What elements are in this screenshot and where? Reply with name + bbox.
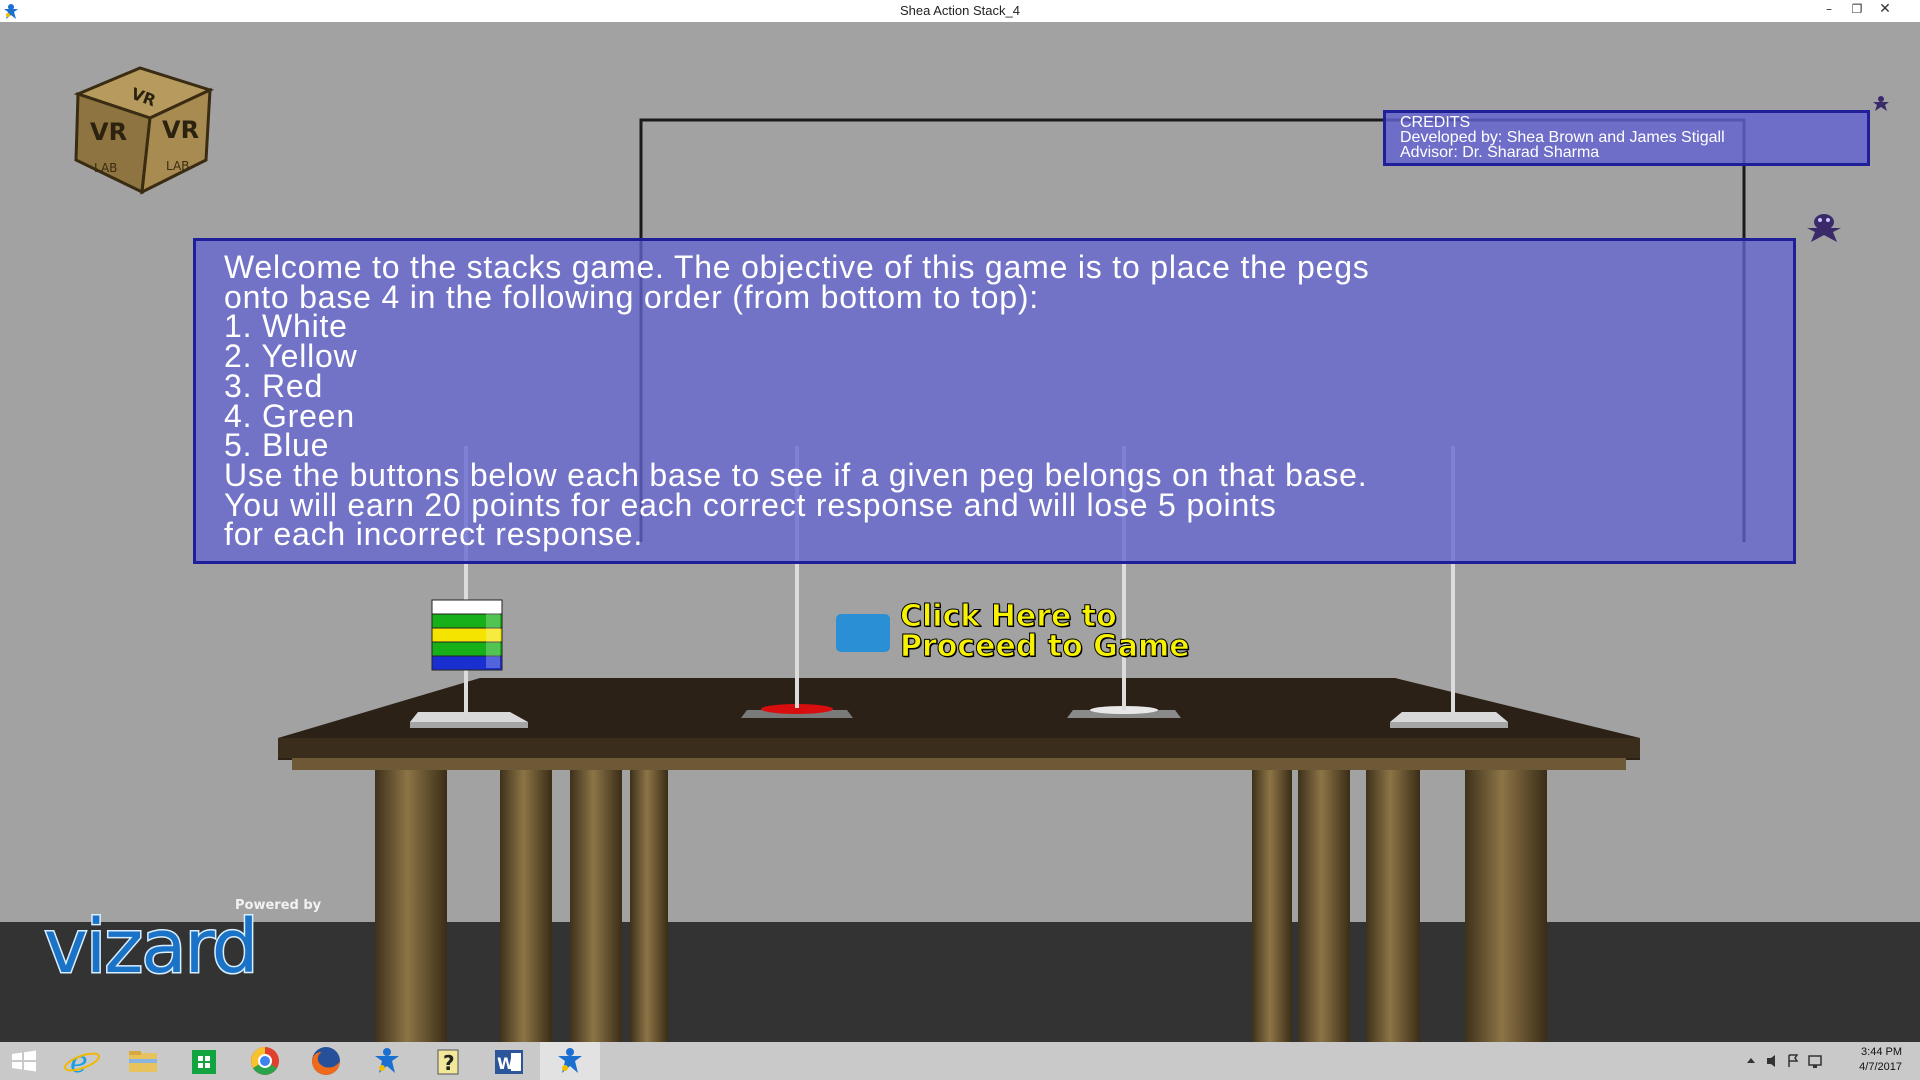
svg-text:e: e xyxy=(70,1045,88,1080)
table-legs xyxy=(375,767,1547,1042)
proceed-label-line2: Proceed to Game xyxy=(900,629,1191,664)
minimize-button[interactable]: – xyxy=(1818,0,1840,20)
welcome-panel: Welcome to the stacks game. The objectiv… xyxy=(193,238,1796,564)
vizard-wordmark-fill: vizard xyxy=(44,904,257,984)
word-icon[interactable]: W xyxy=(479,1042,539,1080)
vizard-app-icon[interactable] xyxy=(357,1042,417,1080)
welcome-line: onto base 4 in the following order (from… xyxy=(224,278,1039,315)
welcome-line: 1. White xyxy=(224,308,348,345)
taskbar: e ? W 3:44 PM 4/7/2017 xyxy=(0,1042,1920,1080)
taskbar-clock[interactable]: 3:44 PM 4/7/2017 xyxy=(1859,1045,1902,1075)
close-button[interactable]: ✕ xyxy=(1874,0,1896,20)
chrome-icon[interactable] xyxy=(235,1042,295,1080)
window-title: Shea Action Stack_4 xyxy=(900,3,1020,18)
window-titlebar[interactable]: Shea Action Stack_4 – ❐ ✕ xyxy=(0,0,1920,23)
game-viewport[interactable]: VR VR VR LAB LAB CREDITS Developed by: S… xyxy=(0,22,1920,1042)
clock-date: 4/7/2017 xyxy=(1859,1061,1902,1073)
vizard-logo: Powered by vizard vizard xyxy=(43,898,322,984)
windows-start-icon[interactable] xyxy=(0,1042,48,1080)
welcome-line: 2. Yellow xyxy=(224,338,358,375)
firefox-icon[interactable] xyxy=(296,1042,356,1080)
system-tray[interactable] xyxy=(1745,1052,1835,1070)
file-explorer-icon[interactable] xyxy=(113,1042,173,1080)
vizard-app-active-icon[interactable] xyxy=(540,1042,600,1080)
restore-button[interactable]: ❐ xyxy=(1846,0,1868,20)
windows-store-icon[interactable] xyxy=(174,1042,234,1080)
welcome-line: for each incorrect response. xyxy=(224,516,644,553)
welcome-line: 4. Green xyxy=(224,397,355,434)
proceed-label[interactable]: Click Here to Proceed to Game xyxy=(900,599,1280,664)
welcome-text: Welcome to the stacks game. The objectiv… xyxy=(224,251,1370,553)
svg-text:?: ? xyxy=(443,1051,455,1075)
proceed-button[interactable] xyxy=(836,614,890,652)
clock-time: 3:44 PM xyxy=(1861,1046,1902,1058)
internet-explorer-icon[interactable]: e xyxy=(52,1042,112,1080)
svg-text:W: W xyxy=(497,1054,515,1073)
volume-icon xyxy=(1767,1055,1775,1067)
network-icon xyxy=(1808,1055,1822,1066)
peg-stack xyxy=(431,599,503,671)
welcome-line: 3. Red xyxy=(224,367,324,404)
help-icon[interactable]: ? xyxy=(418,1042,478,1080)
chevron-up-icon xyxy=(1747,1058,1755,1063)
flag-icon xyxy=(1788,1054,1799,1067)
proceed-label-line1: Click Here to xyxy=(900,599,1118,634)
